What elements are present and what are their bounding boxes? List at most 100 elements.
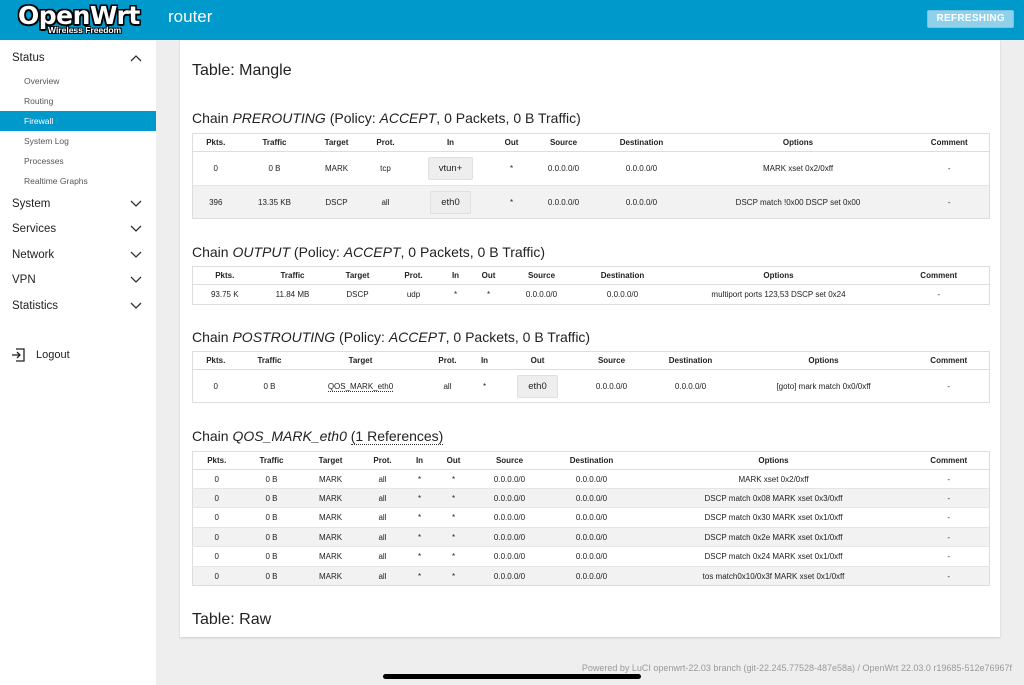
cell-prot: all: [358, 507, 407, 528]
column-header: Destination: [576, 266, 669, 285]
cell-pkts: 0: [192, 469, 241, 489]
header-bar: OpenWrt Wireless Freedom router REFRESHI…: [0, 0, 1024, 40]
cell-options: MARK xset 0x2/0xff: [686, 151, 910, 186]
chain-references[interactable]: (1 References): [350, 428, 444, 445]
brand-tagline: Wireless Freedom: [48, 25, 122, 35]
table-row: 0 0 B MARK all * * 0.0.0.0/0 0.0.0.0/0 D…: [192, 527, 990, 547]
chain-name: POSTROUTING: [232, 329, 336, 345]
cell-comment: -: [908, 488, 990, 508]
cell-destination: 0.0.0.0/0: [544, 566, 639, 586]
cell-in: *: [406, 469, 433, 489]
table-row: 0 0 B MARK all * * 0.0.0.0/0 0.0.0.0/0 D…: [192, 546, 990, 567]
chain-qos-mark-title: Chain QOS_MARK_eth0 (1 References): [192, 428, 444, 445]
cell-destination: 0.0.0.0/0: [596, 151, 687, 186]
chain-prefix: Chain: [192, 110, 233, 126]
cell-comment: -: [908, 527, 990, 547]
table-row: 0 0 B MARK all * * 0.0.0.0/0 0.0.0.0/0 D…: [192, 488, 990, 508]
cell-prot: udp: [386, 284, 441, 305]
column-header: In: [406, 451, 433, 470]
target-chain-link[interactable]: QOS_MARK_eth0: [327, 381, 394, 392]
table-row: 396 13.35 KB DSCP all eth0 * 0.0.0.0/0 0…: [192, 185, 990, 219]
sidebar-item-processes[interactable]: Processes: [0, 151, 156, 171]
sidebar-item-overview[interactable]: Overview: [0, 71, 156, 91]
cell-prot: tcp: [362, 151, 409, 186]
table-row: 0 0 B MARK tcp vtun+ * 0.0.0.0/0 0.0.0.0…: [192, 151, 990, 186]
cell-traffic: 11.84 MB: [256, 284, 329, 305]
cell-pkts: 396: [192, 185, 239, 219]
table-mangle-heading: Table: Mangle: [192, 62, 292, 79]
menu-status[interactable]: Status: [0, 48, 156, 70]
cell-options: DSCP match 0x08 MARK xset 0x3/0xff: [638, 488, 909, 508]
cell-comment: -: [908, 566, 990, 586]
cell-traffic: 0 B: [240, 566, 303, 586]
menu-statistics[interactable]: Statistics: [0, 296, 156, 318]
column-header: Pkts.: [192, 351, 239, 370]
column-header: Destination: [544, 451, 639, 470]
sidebar-item-label: Routing: [24, 96, 54, 106]
cell-target: MARK: [310, 151, 363, 186]
chain-policy-open: (Policy:: [325, 110, 380, 126]
column-header: Traffic: [238, 351, 301, 370]
chevron-up-icon: [130, 55, 142, 62]
menu-system[interactable]: System: [0, 194, 156, 216]
chevron-down-icon: [130, 276, 142, 283]
cell-source: 0.0.0.0/0: [580, 369, 643, 403]
cell-options: DSCP match 0x30 MARK xset 0x1/0xff: [638, 507, 909, 528]
logout-icon: [12, 348, 25, 362]
cell-prot: all: [358, 546, 407, 567]
chain-policy-open: (Policy:: [290, 244, 344, 260]
cell-traffic: 0 B: [240, 527, 303, 547]
interface-button-eth0[interactable]: eth0: [517, 374, 558, 398]
menu-network-label: Network: [12, 249, 55, 261]
cell-options: multiport ports 123,53 DSCP set 0x24: [668, 284, 889, 305]
column-header: Pkts.: [192, 266, 257, 285]
cell-source: 0.0.0.0/0: [506, 284, 577, 305]
chain-policy-rest: , 0 Packets, 0 B Traffic): [436, 110, 581, 126]
interface-button-eth0[interactable]: eth0: [430, 190, 471, 214]
openwrt-logo[interactable]: OpenWrt Wireless Freedom: [18, 1, 140, 37]
refreshing-button[interactable]: REFRESHING: [927, 10, 1014, 28]
cell-options: DSCP match 0x2e MARK xset 0x1/0xff: [638, 527, 909, 547]
menu-vpn[interactable]: VPN: [0, 270, 156, 292]
logout-link[interactable]: Logout: [0, 345, 156, 367]
column-header: Target: [310, 133, 363, 152]
column-header: Out: [492, 133, 531, 152]
cell-pkts: 0: [192, 566, 241, 586]
hostname: router: [168, 7, 213, 26]
menu-network[interactable]: Network: [0, 245, 156, 267]
cell-target: MARK: [302, 469, 359, 489]
menu-system-label: System: [12, 198, 51, 210]
column-header: Prot.: [420, 351, 475, 370]
menu-services[interactable]: Services: [0, 219, 156, 241]
cell-destination: 0.0.0.0/0: [544, 488, 639, 508]
cell-source: 0.0.0.0/0: [474, 546, 545, 567]
cell-out: *: [432, 566, 475, 586]
chain-qos-mark-table: Pkts. Traffic Target Prot. In Out Source…: [192, 451, 990, 586]
cell-destination: 0.0.0.0/0: [544, 469, 639, 489]
cell-source: 0.0.0.0/0: [530, 185, 597, 219]
cell-in: *: [406, 546, 433, 567]
cell-out: *: [432, 507, 475, 528]
column-header: Comment: [908, 351, 990, 370]
cell-target: MARK: [302, 546, 359, 567]
cell-source: 0.0.0.0/0: [530, 151, 597, 186]
column-header: Source: [530, 133, 597, 152]
sidebar-item-firewall[interactable]: Firewall: [0, 111, 156, 131]
chain-name: OUTPUT: [232, 244, 291, 260]
chain-output-table: Pkts. Traffic Target Prot. In Out Source…: [192, 266, 990, 305]
footer-powered-by: Powered by LuCI openwrt-22.03 branch (gi…: [581, 663, 1012, 673]
cell-options: tos match0x10/0x3f MARK xset 0x1/0xff: [638, 566, 909, 586]
cell-pkts: 93.75 K: [192, 284, 257, 305]
cell-traffic: 0 B: [238, 151, 311, 186]
chain-name: PREROUTING: [232, 110, 326, 126]
cell-in: *: [474, 369, 495, 403]
interface-button-vtun[interactable]: vtun+: [427, 157, 474, 180]
cell-out: *: [432, 546, 475, 567]
sidebar-item-system-log[interactable]: System Log: [0, 131, 156, 151]
chain-policy-rest: , 0 Packets, 0 B Traffic): [445, 329, 591, 345]
chain-policy: ACCEPT: [388, 329, 446, 345]
table-header-row: Pkts. Traffic Target Prot. In Out Source…: [192, 266, 990, 285]
sidebar-item-realtime-graphs[interactable]: Realtime Graphs: [0, 171, 156, 191]
sidebar-item-routing[interactable]: Routing: [0, 91, 156, 111]
cell-prot: all: [358, 527, 407, 547]
